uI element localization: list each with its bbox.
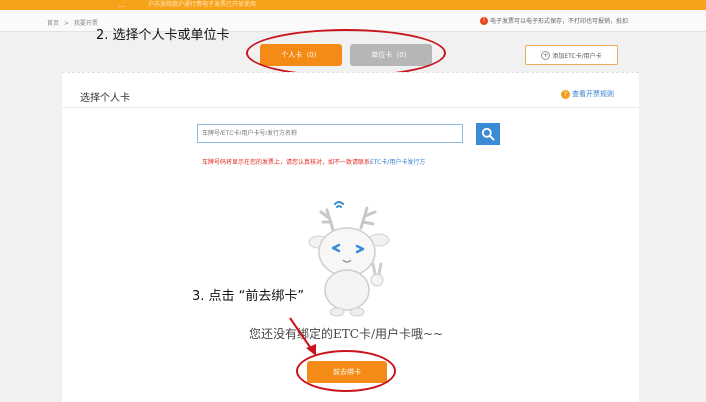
plus-circle-icon: + <box>541 50 551 60</box>
step3-annotation: 3. 点击 “前去绑卡” <box>192 289 305 304</box>
notice: ! 电子发票可以电子形式保存，不打印也可报销，抵扣 <box>480 16 628 25</box>
warning-icon: ! <box>480 16 488 25</box>
breadcrumb: 首页 > 我要开票 <box>47 18 101 27</box>
plate-hint: 车牌号码将显示在您的发票上，请您认真核对，如不一致请联系ETC卡/用户卡发行方 <box>202 157 425 166</box>
topbar-dots: ... <box>118 1 125 9</box>
annotation-circle-bind <box>296 350 396 392</box>
add-etc-card-button[interactable]: + 添加ETC卡/用户卡 <box>525 45 618 65</box>
invoice-rules-label: 查看开票规则 <box>572 90 614 98</box>
issuer-link[interactable]: ETC卡/用户卡发行方 <box>370 159 425 166</box>
topbar-ticker: 沪苏浙皖赣沪通行费电子发票已开放使用 <box>148 1 257 8</box>
deer-mascot-icon <box>308 201 390 317</box>
question-icon: ? <box>561 89 570 99</box>
plate-hint-text: 车牌号码将显示在您的发票上，请您认真核对，如不一致请联系 <box>202 159 371 166</box>
card-divider <box>62 107 639 108</box>
invoice-rules-link[interactable]: ? 查看开票规则 <box>561 89 614 99</box>
breadcrumb-home[interactable]: 首页 <box>47 20 59 27</box>
empty-state-text: 您还没有绑定的ETC卡/用户卡哦~~ <box>249 327 444 341</box>
breadcrumb-current: 我要开票 <box>73 20 98 27</box>
annotation-circle-tabs <box>246 29 446 77</box>
card-title: 选择个人卡 <box>80 93 130 104</box>
step2-annotation: 2. 选择个人卡或单位卡 <box>96 28 230 43</box>
search-button[interactable] <box>476 123 500 145</box>
search-input[interactable] <box>197 124 463 143</box>
add-etc-card-label: 添加ETC卡/用户卡 <box>552 52 602 60</box>
top-banner: ... 沪苏浙皖赣沪通行费电子发票已开放使用 <box>0 0 706 10</box>
search-icon <box>481 127 495 141</box>
breadcrumb-separator: > <box>63 20 69 27</box>
notice-text: 电子发票可以电子形式保存，不打印也可报销，抵扣 <box>490 18 629 25</box>
